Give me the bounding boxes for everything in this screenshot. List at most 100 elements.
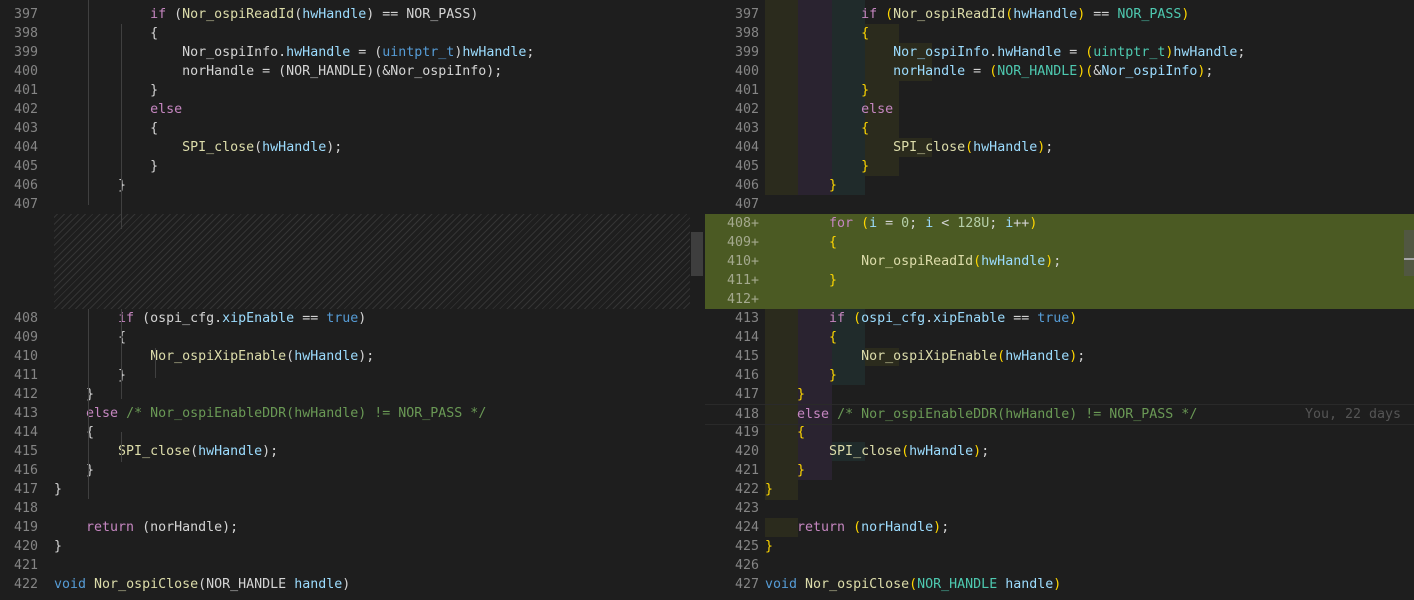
code-line[interactable]: 424 return (norHandle);: [705, 518, 1414, 537]
code-text[interactable]: {: [765, 328, 837, 347]
code-text[interactable]: if (ospi_cfg.xipEnable == true): [54, 309, 366, 328]
code-line[interactable]: 404 SPI_close(hwHandle);: [705, 138, 1414, 157]
code-line[interactable]: 413 if (ospi_cfg.xipEnable == true): [705, 309, 1414, 328]
code-line[interactable]: 407: [705, 195, 1414, 214]
code-line[interactable]: 420}: [0, 537, 690, 556]
code-text[interactable]: }: [54, 157, 158, 176]
code-line[interactable]: 409 {: [0, 328, 690, 347]
code-line[interactable]: 411 }: [0, 366, 690, 385]
code-line[interactable]: 421: [0, 556, 690, 575]
code-text[interactable]: }: [765, 480, 773, 499]
code-text[interactable]: {: [765, 423, 805, 442]
code-line[interactable]: 407: [0, 195, 690, 214]
code-line[interactable]: 399 Nor_ospiInfo.hwHandle = (uintptr_t)h…: [0, 43, 690, 62]
code-text[interactable]: {: [765, 24, 869, 43]
code-text[interactable]: {: [54, 24, 158, 43]
code-line[interactable]: 425}: [705, 537, 1414, 556]
code-line[interactable]: 402 else: [705, 100, 1414, 119]
code-text[interactable]: SPI_close(hwHandle);: [765, 138, 1053, 157]
code-text[interactable]: }: [765, 157, 869, 176]
code-line[interactable]: 417 }: [705, 385, 1414, 404]
code-line[interactable]: 405 }: [0, 157, 690, 176]
code-line[interactable]: 397 if (Nor_ospiReadId(hwHandle) == NOR_…: [0, 5, 690, 24]
code-line[interactable]: 418 else /* Nor_ospiEnableDDR(hwHandle) …: [705, 404, 1414, 425]
code-text[interactable]: {: [54, 328, 126, 347]
code-line[interactable]: 422}: [705, 480, 1414, 499]
code-text[interactable]: norHandle = (NOR_HANDLE)(&Nor_ospiInfo);: [765, 62, 1213, 81]
code-text[interactable]: Nor_ospiInfo.hwHandle = (uintptr_t)hwHan…: [54, 43, 534, 62]
code-text[interactable]: SPI_close(hwHandle);: [54, 138, 342, 157]
diff-left-pane[interactable]: 397 if (Nor_ospiReadId(hwHandle) == NOR_…: [0, 0, 690, 600]
code-text[interactable]: else: [54, 100, 182, 119]
code-text[interactable]: }: [765, 537, 773, 556]
code-line[interactable]: 400 norHandle = (NOR_HANDLE)(&Nor_ospiIn…: [0, 62, 690, 81]
code-line[interactable]: 418: [0, 499, 690, 518]
code-text[interactable]: {: [765, 119, 869, 138]
code-text[interactable]: if (ospi_cfg.xipEnable == true): [765, 309, 1077, 328]
code-text[interactable]: Nor_ospiReadId(hwHandle);: [765, 252, 1061, 271]
left-scrollbar-thumb[interactable]: [691, 232, 703, 276]
code-line[interactable]: 400 norHandle = (NOR_HANDLE)(&Nor_ospiIn…: [705, 62, 1414, 81]
code-text[interactable]: SPI_close(hwHandle);: [765, 442, 989, 461]
code-line[interactable]: 414 {: [0, 423, 690, 442]
code-line[interactable]: 427 void Nor_ospiClose(NOR_HANDLE handle): [705, 575, 1414, 594]
code-text[interactable]: else /* Nor_ospiEnableDDR(hwHandle) != N…: [54, 404, 486, 423]
code-line[interactable]: 403 {: [0, 119, 690, 138]
code-line[interactable]: 414 {: [705, 328, 1414, 347]
code-line[interactable]: 421 }: [705, 461, 1414, 480]
code-text[interactable]: }: [54, 537, 62, 556]
code-line[interactable]: 416 }: [705, 366, 1414, 385]
code-line[interactable]: 417}: [0, 480, 690, 499]
code-line[interactable]: 406 }: [705, 176, 1414, 195]
code-line[interactable]: 405 }: [705, 157, 1414, 176]
right-scrollbar-thumb[interactable]: [1404, 230, 1414, 276]
code-text[interactable]: void Nor_ospiClose(NOR_HANDLE handle): [54, 575, 350, 594]
code-text[interactable]: return (norHandle);: [54, 518, 238, 537]
code-line[interactable]: 402 else: [0, 100, 690, 119]
code-line[interactable]: 398 {: [0, 24, 690, 43]
code-line[interactable]: 415 SPI_close(hwHandle);: [0, 442, 690, 461]
code-text[interactable]: else: [765, 100, 893, 119]
code-text[interactable]: }: [54, 480, 62, 499]
code-line[interactable]: 398 {: [705, 24, 1414, 43]
code-line[interactable]: 426: [705, 556, 1414, 575]
diff-right-pane[interactable]: 397 if (Nor_ospiReadId(hwHandle) == NOR_…: [705, 0, 1414, 600]
code-line[interactable]: 416 }: [0, 461, 690, 480]
added-code-line[interactable]: 410+ Nor_ospiReadId(hwHandle);: [705, 252, 1414, 271]
added-code-line[interactable]: 412+: [705, 290, 1414, 309]
code-text[interactable]: for (i = 0; i < 128U; i++): [765, 214, 1037, 233]
code-text[interactable]: }: [765, 366, 837, 385]
code-line[interactable]: 419 {: [705, 423, 1414, 442]
code-line[interactable]: 404 SPI_close(hwHandle);: [0, 138, 690, 157]
code-text[interactable]: }: [54, 176, 126, 195]
code-line[interactable]: 412 }: [0, 385, 690, 404]
code-line[interactable]: 401 }: [705, 81, 1414, 100]
code-text[interactable]: if (Nor_ospiReadId(hwHandle) == NOR_PASS…: [54, 5, 478, 24]
code-text[interactable]: }: [54, 366, 126, 385]
code-text[interactable]: {: [54, 119, 158, 138]
code-text[interactable]: if (Nor_ospiReadId(hwHandle) == NOR_PASS…: [765, 5, 1189, 24]
code-text[interactable]: else /* Nor_ospiEnableDDR(hwHandle) != N…: [765, 405, 1197, 424]
code-text[interactable]: }: [765, 81, 869, 100]
code-line[interactable]: 419 return (norHandle);: [0, 518, 690, 537]
code-line[interactable]: 423: [705, 499, 1414, 518]
code-text[interactable]: Nor_ospiXipEnable(hwHandle);: [54, 347, 374, 366]
code-text[interactable]: return (norHandle);: [765, 518, 949, 537]
code-line[interactable]: 406 }: [0, 176, 690, 195]
code-text[interactable]: Nor_ospiXipEnable(hwHandle);: [765, 347, 1085, 366]
code-line[interactable]: 422 void Nor_ospiClose(NOR_HANDLE handle): [0, 575, 690, 594]
git-blame-annotation[interactable]: You, 22 days: [1305, 405, 1401, 424]
code-text[interactable]: Nor_ospiInfo.hwHandle = (uintptr_t)hwHan…: [765, 43, 1245, 62]
added-code-line[interactable]: 409+ {: [705, 233, 1414, 252]
code-line[interactable]: 397 if (Nor_ospiReadId(hwHandle) == NOR_…: [705, 5, 1414, 24]
code-line[interactable]: 420 SPI_close(hwHandle);: [705, 442, 1414, 461]
code-text[interactable]: {: [765, 233, 837, 252]
code-line[interactable]: 399 Nor_ospiInfo.hwHandle = (uintptr_t)h…: [705, 43, 1414, 62]
added-code-line[interactable]: 408+ for (i = 0; i < 128U; i++): [705, 214, 1414, 233]
code-line[interactable]: 401 }: [0, 81, 690, 100]
code-line[interactable]: 410 Nor_ospiXipEnable(hwHandle);: [0, 347, 690, 366]
code-line[interactable]: 415 Nor_ospiXipEnable(hwHandle);: [705, 347, 1414, 366]
code-line[interactable]: 403 {: [705, 119, 1414, 138]
code-text[interactable]: }: [765, 385, 805, 404]
code-text[interactable]: }: [765, 461, 805, 480]
